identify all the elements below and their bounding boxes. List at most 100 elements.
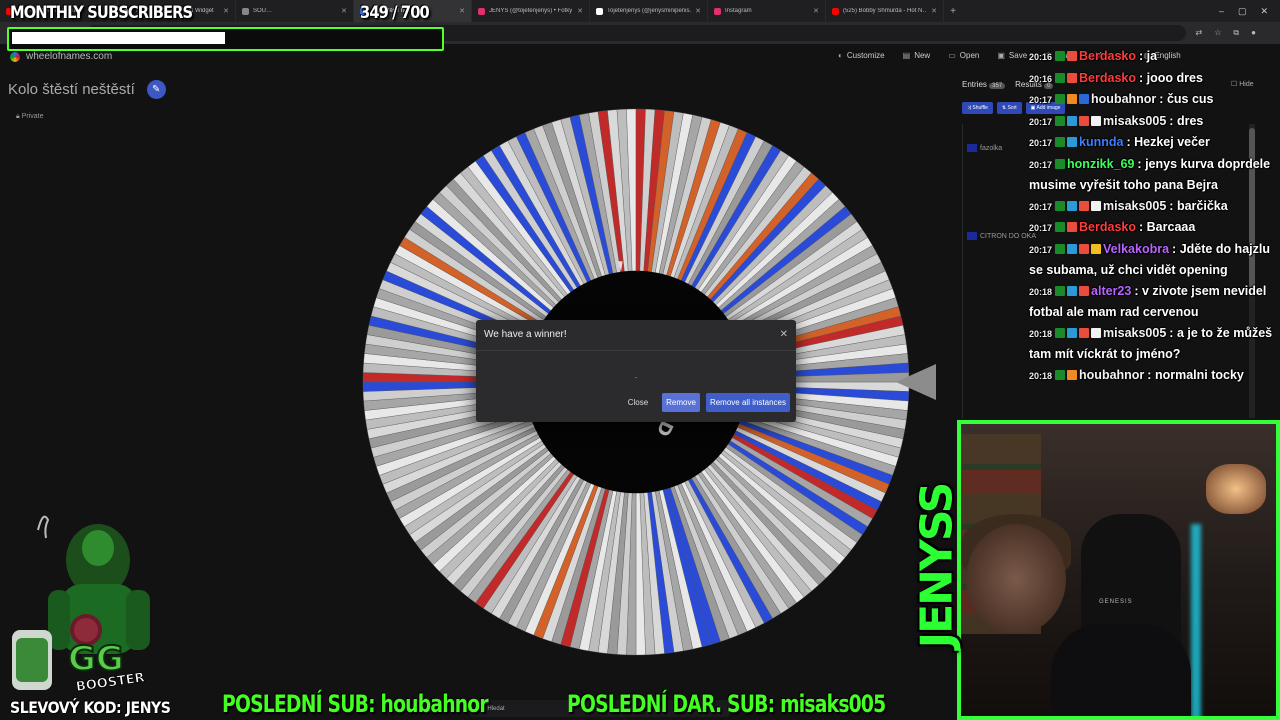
chat-message: 20:17 misaks005: dres xyxy=(1029,111,1280,133)
promo-code: SLEVOVÝ KOD: JENYS xyxy=(10,698,171,717)
tab-label: Tojetenjenys (@jenysminipenis… xyxy=(607,8,692,14)
chat-username: Berdasko xyxy=(1079,49,1137,63)
chat-badge-icon xyxy=(1079,200,1090,211)
close-icon[interactable]: ✕ xyxy=(780,329,788,341)
tab-close-icon[interactable]: ✕ xyxy=(813,7,819,15)
minimize-icon[interactable]: – xyxy=(1219,6,1224,17)
browser-tab[interactable]: JENYS (@tojetenjenys) • Fotky ✕ xyxy=(472,0,590,22)
browser-tab[interactable]: SOU… ✕ xyxy=(236,0,354,22)
tab-close-icon[interactable]: ✕ xyxy=(695,7,701,15)
tab-favicon-icon xyxy=(832,7,839,15)
close-window-icon[interactable]: ✕ xyxy=(1260,6,1268,17)
chat-text: čus cus xyxy=(1166,92,1214,106)
menu-item-label: Open xyxy=(959,51,980,60)
tab-favicon-icon xyxy=(242,7,249,15)
tab-entries[interactable]: Entries 357 xyxy=(962,80,1006,89)
chat-timestamp: 20:17 xyxy=(1029,159,1053,170)
chat-separator: : xyxy=(1126,135,1135,149)
chat-timestamp: 20:17 xyxy=(1029,138,1053,148)
chat-message: 20:18 misaks005: a je to že můžeš tam mít… xyxy=(1029,323,1280,365)
chat-badge-icon xyxy=(1067,285,1078,296)
maximize-icon[interactable]: ▢ xyxy=(1238,6,1247,17)
streamer-head-image xyxy=(966,524,1066,634)
chat-username: alter23 xyxy=(1091,283,1132,298)
menu-item-new[interactable]: ▤ New xyxy=(903,51,931,60)
tab-label: JENYS (@tojetenjenys) • Fotky xyxy=(489,8,573,14)
streamer-body-image xyxy=(1051,624,1191,716)
chat-badge-icon xyxy=(1067,115,1078,126)
new-tab-button[interactable]: + xyxy=(944,6,962,17)
chat-badge-icon xyxy=(1055,222,1066,232)
bookmark-star-icon[interactable]: ☆ xyxy=(1214,28,1221,38)
site-logo[interactable]: wheelofnames.com xyxy=(10,51,112,62)
chat-badge-icon xyxy=(1055,327,1066,338)
tab-close-icon[interactable]: ✕ xyxy=(577,7,583,15)
lamp-image xyxy=(1206,464,1266,514)
translate-icon[interactable]: ⇄ xyxy=(1196,28,1203,38)
chat-username: Velkakobra xyxy=(1103,241,1170,256)
chat-message: 20:17 misaks005: barčička xyxy=(1029,196,1280,218)
chat-text: Barcaaa xyxy=(1146,220,1196,234)
remove-button[interactable]: Remove xyxy=(662,393,700,412)
close-button[interactable]: Close xyxy=(620,393,656,412)
chat-separator: : xyxy=(1147,367,1155,382)
chat-username: houbahnor xyxy=(1091,92,1157,106)
chat-message: 20:17 kunnda: Hezkej večer xyxy=(1029,132,1280,154)
chat-overlay: 20:16 Berdasko: ja 20:16 Berdasko: jooo dre… xyxy=(1029,46,1280,386)
chat-username: misaks005 xyxy=(1103,113,1167,128)
browser-tab[interactable]: (525) Bobby Shmurda - Hot N… ✕ xyxy=(826,0,944,22)
menu-item-customize[interactable]: ◐ Customize xyxy=(838,51,885,60)
chat-separator: : xyxy=(1139,49,1147,63)
list-item: fazolka xyxy=(967,144,1002,152)
chat-message: 20:17 honzikk_69: jenys kurva doprdele mu… xyxy=(1029,154,1280,196)
page-title: Kolo štěstí neštěstí xyxy=(8,81,135,98)
chat-badge-icon xyxy=(1091,327,1102,338)
extensions-icon[interactable]: ⧉ xyxy=(1233,28,1239,38)
screen: …ming - YouTube Studi ✕ The best ChatBot a… xyxy=(0,0,1280,720)
browser-tab[interactable]: Tojetenjenys (@jenysminipenis… ✕ xyxy=(590,0,708,22)
monthly-subscribers-title: MONTHLY SUBSCRIBERS xyxy=(10,3,193,23)
chat-message: 20:16 Berdasko: jooo dres xyxy=(1029,68,1280,90)
chat-separator: : xyxy=(1139,220,1147,234)
tab-entries-label: Entries xyxy=(962,80,987,89)
chat-username: misaks005 xyxy=(1103,198,1167,213)
chat-text: Hezkej večer xyxy=(1134,135,1210,149)
profile-icon[interactable]: ● xyxy=(1251,28,1256,38)
chat-message: 20:16 Berdasko: ja xyxy=(1029,46,1280,68)
sort-button[interactable]: ⇅ Sort xyxy=(996,102,1022,114)
menu-item-open[interactable]: ▭ Open xyxy=(948,51,979,60)
browser-tab[interactable]: Instagram ✕ xyxy=(708,0,826,22)
last-sub-label: POSLEDNÍ SUB: houbahnor xyxy=(222,690,489,718)
chat-badge-icon xyxy=(1055,51,1066,61)
chat-badge-icon xyxy=(1091,243,1102,254)
chat-badge-icon xyxy=(1067,369,1078,380)
wheel-pointer-icon xyxy=(896,364,936,400)
window-controls: – ▢ ✕ xyxy=(1219,6,1280,17)
promo-code-value: JENYS xyxy=(125,698,171,717)
palette-icon: ◐ xyxy=(838,51,843,60)
chat-timestamp: 20:16 xyxy=(1029,52,1053,62)
chat-message: 20:18 alter23: v zivote jsem nevidel fotb… xyxy=(1029,281,1280,323)
winner-name: . xyxy=(634,371,638,380)
tab-close-icon[interactable]: ✕ xyxy=(223,7,229,15)
chat-timestamp: 20:17 xyxy=(1029,201,1053,212)
pencil-icon: ✎ xyxy=(152,84,161,95)
tab-favicon-icon xyxy=(596,7,603,15)
edit-title-button[interactable]: ✎ xyxy=(146,80,166,99)
chat-badge-icon xyxy=(1067,222,1078,232)
chat-timestamp: 20:16 xyxy=(1029,73,1053,84)
chat-username: Berdasko xyxy=(1079,70,1137,85)
streamer-name-logo: JENYSS xyxy=(912,446,963,686)
tab-close-icon[interactable]: ✕ xyxy=(459,7,465,15)
shuffle-icon: ⤨ xyxy=(967,105,972,111)
shuffle-button[interactable]: ⤨ Shuffle xyxy=(962,102,993,114)
tab-close-icon[interactable]: ✕ xyxy=(931,7,937,15)
ggbooster-mascot-logo: GG BOOSTER xyxy=(12,515,150,695)
menu-item-label: New xyxy=(914,51,931,60)
chat-badge-icon xyxy=(1055,115,1066,126)
menu-item-save[interactable]: ▣ Save xyxy=(997,51,1027,60)
chat-separator: : xyxy=(1159,92,1167,106)
taskbar-search-input[interactable]: Hledat xyxy=(487,706,504,712)
remove-all-instances-button[interactable]: Remove all instances xyxy=(705,393,790,412)
tab-close-icon[interactable]: ✕ xyxy=(341,7,347,15)
